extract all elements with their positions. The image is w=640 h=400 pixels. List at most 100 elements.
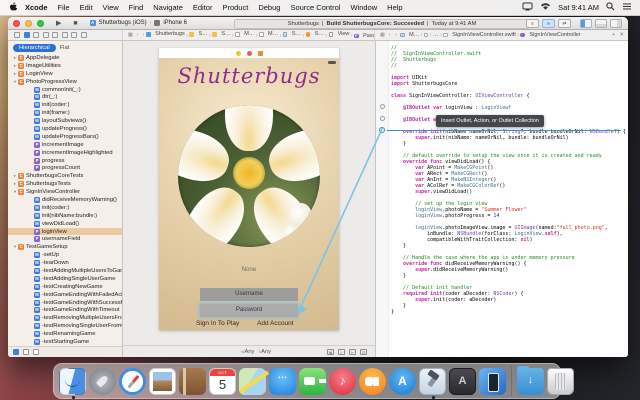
- add-account-button[interactable]: Add Account: [257, 320, 294, 327]
- symbol-row-layoutsubviews-[interactable]: MlayoutSubviews(): [8, 117, 122, 125]
- symbol-row-init-coder-[interactable]: Minit(coder:): [8, 204, 122, 212]
- dock-safari-icon[interactable]: [119, 368, 146, 395]
- dock-contacts-icon[interactable]: [179, 368, 206, 395]
- breadcrumb-m-[interactable]: M…: [235, 31, 254, 37]
- symbol-row--testaddingsingleusergame[interactable]: M-testAddingSingleUserGame: [8, 275, 122, 283]
- minimize-window-button[interactable]: [25, 20, 32, 27]
- menu-editor[interactable]: Editor: [193, 3, 213, 12]
- code-area[interactable]: //// SignInViewController.swift// Shutte…: [391, 45, 628, 315]
- symbol-row-usernamefield[interactable]: PusernameField: [8, 235, 122, 243]
- symbol-row-loginview[interactable]: PloginView: [8, 228, 122, 236]
- menu-view[interactable]: View: [103, 3, 119, 12]
- source-editor[interactable]: //// SignInViewController.swift// Shutte…: [375, 41, 628, 357]
- zoom-window-button[interactable]: [37, 20, 44, 27]
- flower-photo[interactable]: [178, 105, 320, 247]
- toggle-navigator-button[interactable]: [580, 19, 592, 28]
- symbol-row-signinviewcontroller[interactable]: ▾CSignInViewController: [8, 188, 122, 196]
- run-button[interactable]: ▶: [56, 19, 61, 27]
- filter-scope-icon[interactable]: [13, 349, 19, 355]
- dock-ibooks-icon[interactable]: [359, 368, 386, 395]
- spotlight-search-icon[interactable]: [606, 2, 615, 13]
- symbol-row-photoprogressview[interactable]: ▾CPhotoProgressView: [8, 78, 122, 86]
- menu-file[interactable]: File: [58, 3, 70, 12]
- symbol-row--testaddingmultipleuserstogame[interactable]: M-testAddingMultipleUsersToGame: [8, 267, 122, 275]
- related-items-icon[interactable]: ▦: [380, 32, 385, 38]
- add-assistant-button[interactable]: +: [612, 32, 615, 38]
- close-assistant-button[interactable]: ✕: [619, 32, 624, 38]
- breakpoint-navigator-icon[interactable]: [71, 32, 77, 38]
- login-view[interactable]: Shutterbugs None Username Password: [159, 58, 339, 330]
- embed-stack-icon[interactable]: ▣: [327, 349, 334, 355]
- menu-find[interactable]: Find: [129, 3, 144, 12]
- symbol-row--testremovingmultipleusersfromgame[interactable]: M-testRemovingMultipleUsersFromGame: [8, 314, 122, 322]
- sign-in-button[interactable]: Sign In To Play: [196, 320, 239, 327]
- assistant-editor-button[interactable]: ∞: [542, 19, 555, 28]
- filter-recent-icon[interactable]: [23, 349, 29, 355]
- symbol-navigator-icon[interactable]: [24, 32, 30, 38]
- back-icon[interactable]: ‹: [389, 32, 391, 38]
- symbol-row-init-frame-[interactable]: Minit(frame:): [8, 109, 122, 117]
- password-field[interactable]: Password: [200, 304, 298, 317]
- symbol-row-commoninit-[interactable]: McommonInit(_:): [8, 86, 122, 94]
- find-navigator-icon[interactable]: [33, 32, 39, 38]
- symbol-row-dtr-[interactable]: Mdtr(_:): [8, 93, 122, 101]
- doc-crumb-icon[interactable]: [424, 33, 429, 38]
- outlet-insertion-well[interactable]: [379, 127, 385, 133]
- stop-button[interactable]: ■: [73, 20, 77, 27]
- close-window-button[interactable]: [13, 20, 20, 27]
- symbol-row-viewdidload-[interactable]: MviewDidLoad(): [8, 220, 122, 228]
- exit-icon[interactable]: [258, 51, 263, 56]
- tab-hierarchical[interactable]: Hierarchical: [13, 44, 56, 52]
- menu-edit[interactable]: Edit: [80, 3, 93, 12]
- issue-navigator-icon[interactable]: [43, 32, 49, 38]
- breadcrumb-password[interactable]: F Password: [354, 33, 375, 39]
- toggle-inspector-button[interactable]: [610, 19, 622, 28]
- dock-app-store-icon[interactable]: [389, 368, 416, 395]
- resolve-autolayout-icon[interactable]: ⊟: [360, 349, 367, 355]
- dock-finder-icon[interactable]: [59, 368, 86, 395]
- symbol-row-init-coder-[interactable]: Minit(coder:): [8, 101, 122, 109]
- test-navigator-icon[interactable]: [52, 32, 58, 38]
- back-icon[interactable]: ‹: [137, 32, 139, 38]
- symbol-row-progress[interactable]: Pprogress: [8, 157, 122, 165]
- symbol-row--testgameendingwithfailedachievement[interactable]: M-testGameEndingWithFailedAchievement: [8, 291, 122, 299]
- wifi-icon[interactable]: [540, 2, 551, 13]
- menu-navigate[interactable]: Navigate: [153, 3, 183, 12]
- collapsed-crumb[interactable]: …: [433, 32, 439, 38]
- sign-in-scene[interactable]: Shutterbugs None Username Password: [159, 48, 339, 330]
- forward-icon[interactable]: ›: [142, 32, 144, 38]
- align-icon[interactable]: ⊦: [338, 349, 345, 355]
- menu-help[interactable]: Help: [387, 3, 402, 12]
- symbol-row--testremovingsingleuserfromgame[interactable]: M-testRemovingSingleUserFromGame: [8, 322, 122, 330]
- first-responder-icon[interactable]: [247, 51, 252, 56]
- symbol-row-imageutilities[interactable]: ▸CImageUtilities: [8, 62, 122, 70]
- symbol-row-appdelegate[interactable]: ▸CAppDelegate: [8, 54, 122, 62]
- dock-trash-icon[interactable]: [547, 368, 574, 395]
- symbol-row--testgameendingwithsuccessfulach-[interactable]: M-testGameEndingWithSuccessfulAch…: [8, 299, 122, 307]
- menu-clock[interactable]: Sat 9:41 AM: [558, 3, 599, 12]
- forward-icon[interactable]: ›: [395, 32, 397, 38]
- symbol-row-incrementimagehighlighted[interactable]: PincrementImageHighlighted: [8, 149, 122, 157]
- breadcrumb-view[interactable]: View: [329, 31, 350, 37]
- symbol-row-init-nibname-bundle-[interactable]: Minit(nibName:bundle:): [8, 212, 122, 220]
- symbol-row--teardown[interactable]: M-tearDown: [8, 259, 122, 267]
- symbol-row--testgameendingwithtimeout[interactable]: M-testGameEndingWithTimeout: [8, 307, 122, 315]
- dock-itunes-icon[interactable]: [329, 368, 356, 395]
- breadcrumb-s-[interactable]: S…: [189, 31, 207, 37]
- breadcrumb-shutterbugs[interactable]: Shutterbugs: [146, 31, 185, 37]
- report-navigator-icon[interactable]: [81, 32, 87, 38]
- symbol-row-progresscount[interactable]: PprogressCount: [8, 164, 122, 172]
- symbol-row-shutterbugscoretests[interactable]: ▸CShutterbugsCoreTests: [8, 172, 122, 180]
- menu-debug[interactable]: Debug: [258, 3, 280, 12]
- jump-mode[interactable]: M…: [400, 32, 419, 38]
- related-items-icon[interactable]: ▦: [128, 32, 133, 38]
- interface-builder-canvas[interactable]: Shutterbugs None Username Password: [123, 41, 375, 357]
- view-controller-icon[interactable]: [236, 51, 241, 56]
- dock-dark-app-icon[interactable]: [449, 368, 476, 395]
- breadcrumb-s-[interactable]: S…: [212, 31, 230, 37]
- breadcrumb-s-[interactable]: S…: [283, 31, 301, 37]
- symbol-row-loginview[interactable]: ▸CLoginView: [8, 70, 122, 78]
- pin-icon[interactable]: ⊢: [349, 349, 356, 355]
- breadcrumb-s-[interactable]: S…: [306, 31, 324, 37]
- size-classes-control[interactable]: wAny hAny: [241, 349, 271, 355]
